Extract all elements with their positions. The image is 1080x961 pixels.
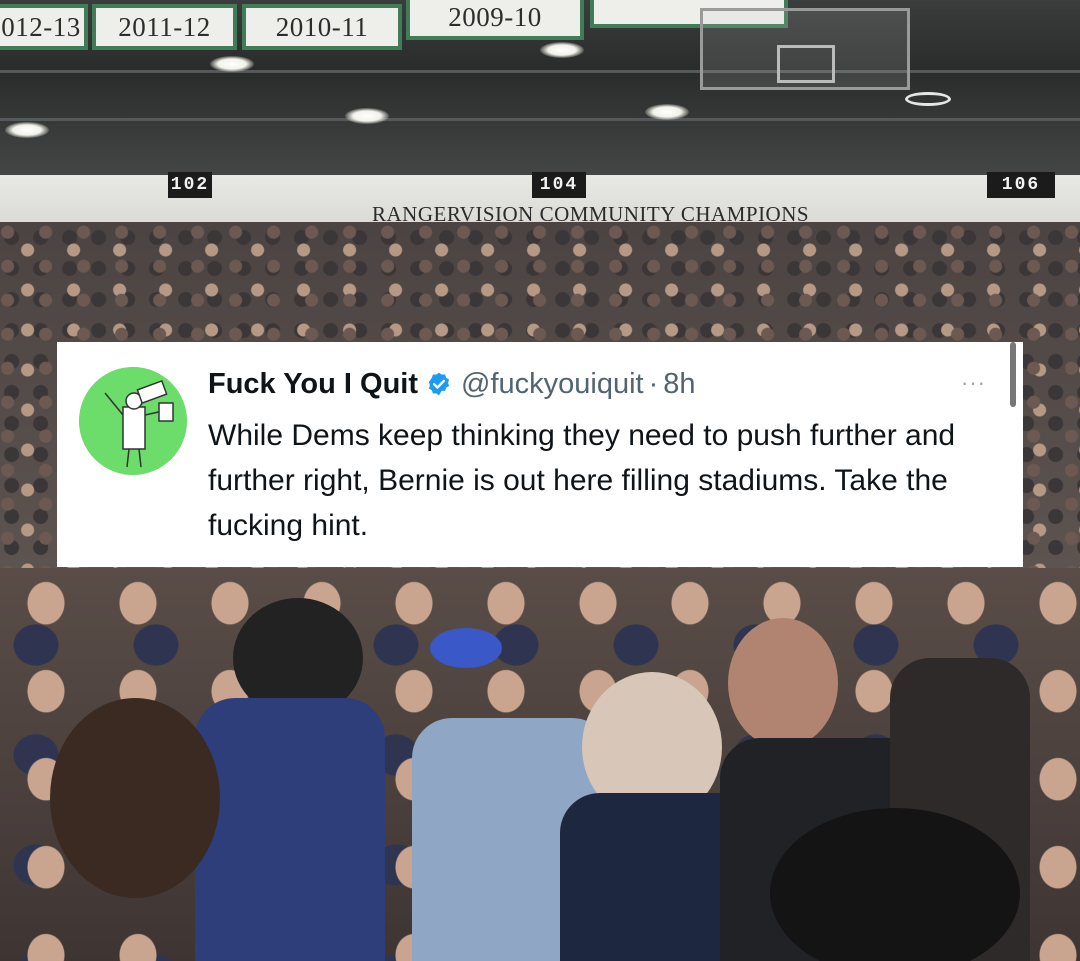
championship-banner: 012-13 [0, 4, 88, 50]
verified-badge-icon [426, 371, 452, 397]
blue-jacket-person [195, 698, 385, 961]
basketball-backboard [700, 8, 910, 90]
tweet-text: While Dems keep thinking they need to pu… [208, 419, 956, 542]
display-name[interactable]: Fuck You I Quit [208, 368, 418, 401]
ceiling-light [540, 42, 584, 58]
timestamp[interactable]: 8h [663, 368, 695, 401]
tweet-header: Fuck You I Quit @fuckyouiquit · 8h [208, 364, 696, 404]
blue-cap [430, 628, 502, 668]
backboard-square [777, 45, 835, 83]
separator-dot: · [648, 367, 659, 400]
cartoon-figure-icon[interactable] [79, 367, 187, 475]
championship-banner: 2009-10 [406, 0, 584, 40]
ceiling-light [210, 56, 254, 72]
championship-banner: 2011-12 [92, 4, 237, 50]
ceiling-light [345, 108, 389, 124]
photo-background: 012-13 2011-12 2010-11 2009-10 102 104 1… [0, 0, 1080, 961]
section-sign: 104 [532, 172, 586, 198]
ceiling-light [645, 104, 689, 120]
championship-banner: 2010-11 [242, 4, 402, 50]
section-sign: 102 [168, 172, 212, 198]
more-options-icon[interactable]: ··· [961, 372, 997, 394]
ceiling-light [5, 122, 49, 138]
tweet-card[interactable]: Fuck You I Quit @fuckyouiquit · 8h ··· W… [57, 342, 1023, 567]
ceiling-truss [0, 70, 1080, 73]
basketball-rim [905, 92, 951, 106]
user-handle[interactable]: @fuckyouiquit [461, 368, 644, 401]
scrollbar[interactable] [1010, 342, 1016, 407]
crowd-floor [0, 568, 1080, 961]
section-sign: 106 [987, 172, 1055, 198]
avatar-illustration [79, 367, 187, 475]
ceiling-truss [0, 118, 1080, 121]
foreground-hair [50, 698, 220, 898]
officer-head [728, 618, 838, 748]
